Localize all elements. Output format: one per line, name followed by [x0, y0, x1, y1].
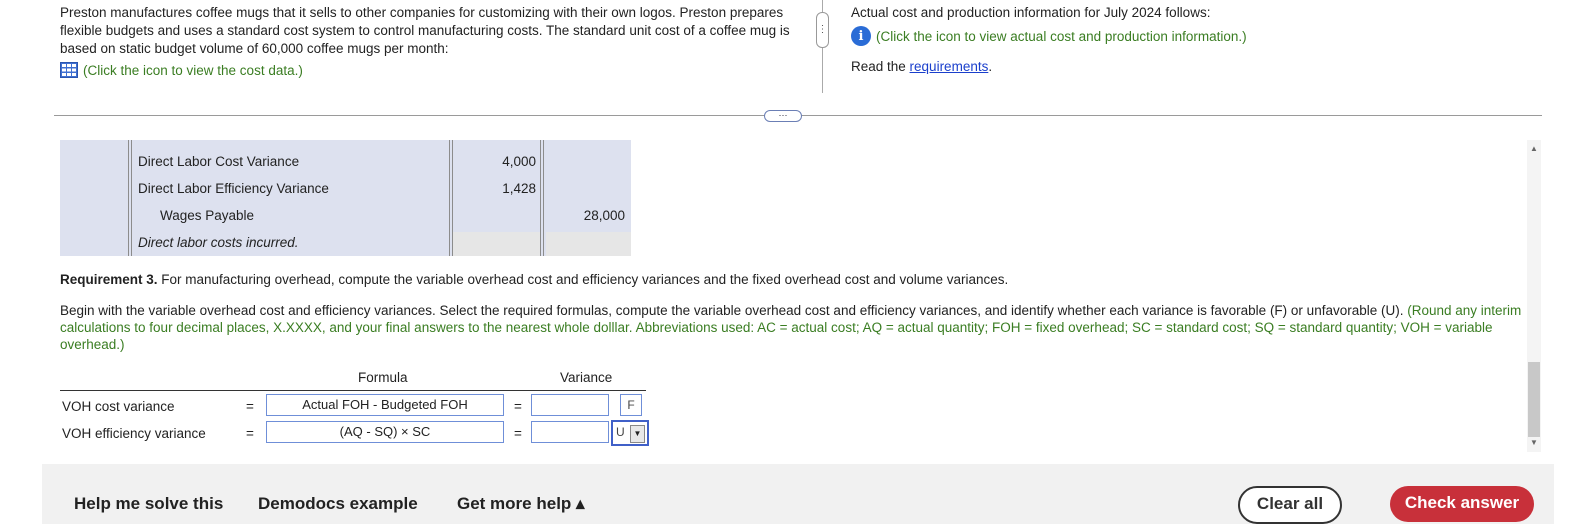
voh-efficiency-fu-select[interactable]: U ▼ [611, 420, 649, 446]
problem-intro: Preston manufactures coffee mugs that it… [60, 5, 790, 56]
requirement-3-label: Requirement 3. [60, 272, 158, 287]
actual-info-link[interactable]: i (Click the icon to view actual cost an… [851, 26, 1247, 46]
help-me-solve-button[interactable]: Help me solve this [74, 494, 223, 514]
check-answer-button[interactable]: Check answer [1390, 486, 1534, 522]
account-name: Wages Payable [160, 208, 255, 223]
scroll-up-icon[interactable]: ▲ [1530, 144, 1538, 153]
read-prefix: Read the [851, 59, 910, 74]
formula-header: Formula [358, 370, 408, 385]
journal-entry-table: Direct Labor Cost Variance 4,000 Direct … [60, 140, 631, 256]
read-suffix: . [988, 59, 993, 74]
voh-cost-variance-label: VOH cost variance [62, 399, 175, 414]
voh-cost-fu-select[interactable]: F [620, 394, 642, 416]
voh-cost-formula-select[interactable]: Actual FOH - Budgeted FOH [266, 394, 504, 416]
voh-efficiency-variance-label: VOH efficiency variance [62, 426, 206, 441]
read-requirements: Read the requirements. [851, 59, 992, 74]
account-name: Direct Labor Efficiency Variance [138, 181, 329, 196]
cost-data-link[interactable]: (Click the icon to view the cost data.) [60, 62, 303, 78]
instructions-text: Begin with the variable overhead cost an… [60, 303, 1408, 318]
info-icon[interactable]: i [851, 26, 871, 46]
table-row: Direct Labor Cost Variance 4,000 [60, 148, 631, 175]
cost-data-link-text[interactable]: (Click the icon to view the cost data.) [83, 63, 303, 78]
table-grid-icon[interactable] [60, 62, 78, 78]
table-row: VOH cost variance = Actual FOH - Budgete… [60, 394, 650, 420]
header-rule [60, 390, 646, 391]
voh-efficiency-variance-input[interactable] [531, 421, 609, 443]
horizontal-resize-handle[interactable]: ⋯ [764, 110, 802, 122]
vertical-resize-handle[interactable]: ⋮ [816, 12, 829, 48]
table-row: Direct Labor Efficiency Variance 1,428 [60, 175, 631, 202]
actual-info-text: Actual cost and production information f… [851, 5, 1211, 20]
table-row: VOH efficiency variance = (AQ - SQ) × SC… [60, 420, 650, 447]
actual-info-link-text[interactable]: (Click the icon to view actual cost and … [876, 29, 1247, 44]
requirement-3: Requirement 3. For manufacturing overhea… [60, 271, 1530, 289]
table-row: Wages Payable 28,000 [60, 202, 631, 229]
get-more-help-button[interactable]: Get more help ▴ [457, 494, 585, 514]
debit-amount: 4,000 [502, 154, 536, 169]
voh-efficiency-formula-select[interactable]: (AQ - SQ) × SC [266, 421, 504, 443]
scrollbar-thumb[interactable] [1528, 362, 1540, 437]
account-name: Direct Labor Cost Variance [138, 154, 300, 169]
entry-explanation: Direct labor costs incurred. [138, 235, 299, 250]
table-row: Direct labor costs incurred. [60, 229, 631, 256]
requirement-3-text: For manufacturing overhead, compute the … [157, 272, 1009, 287]
voh-cost-variance-input[interactable] [531, 394, 609, 416]
scroll-down-icon[interactable]: ▼ [1530, 438, 1538, 447]
equals-sign: = [514, 426, 522, 441]
dropdown-arrow-icon[interactable]: ▼ [630, 425, 645, 443]
variance-header: Variance [560, 370, 613, 385]
fu-selected-value: U [616, 425, 625, 439]
clear-all-button[interactable]: Clear all [1238, 486, 1342, 524]
equals-sign: = [246, 426, 254, 441]
equals-sign: = [246, 399, 254, 414]
footer-bar: Help me solve this Demodocs example Get … [42, 464, 1554, 524]
equals-sign: = [514, 399, 522, 414]
demodocs-example-button[interactable]: Demodocs example [258, 494, 418, 514]
debit-amount: 1,428 [502, 181, 536, 196]
variance-formula-table: Formula Variance VOH cost variance = Act… [60, 368, 650, 453]
instructions: Begin with the variable overhead cost an… [60, 302, 1522, 353]
credit-amount: 28,000 [583, 208, 625, 223]
requirements-link[interactable]: requirements [910, 59, 989, 74]
